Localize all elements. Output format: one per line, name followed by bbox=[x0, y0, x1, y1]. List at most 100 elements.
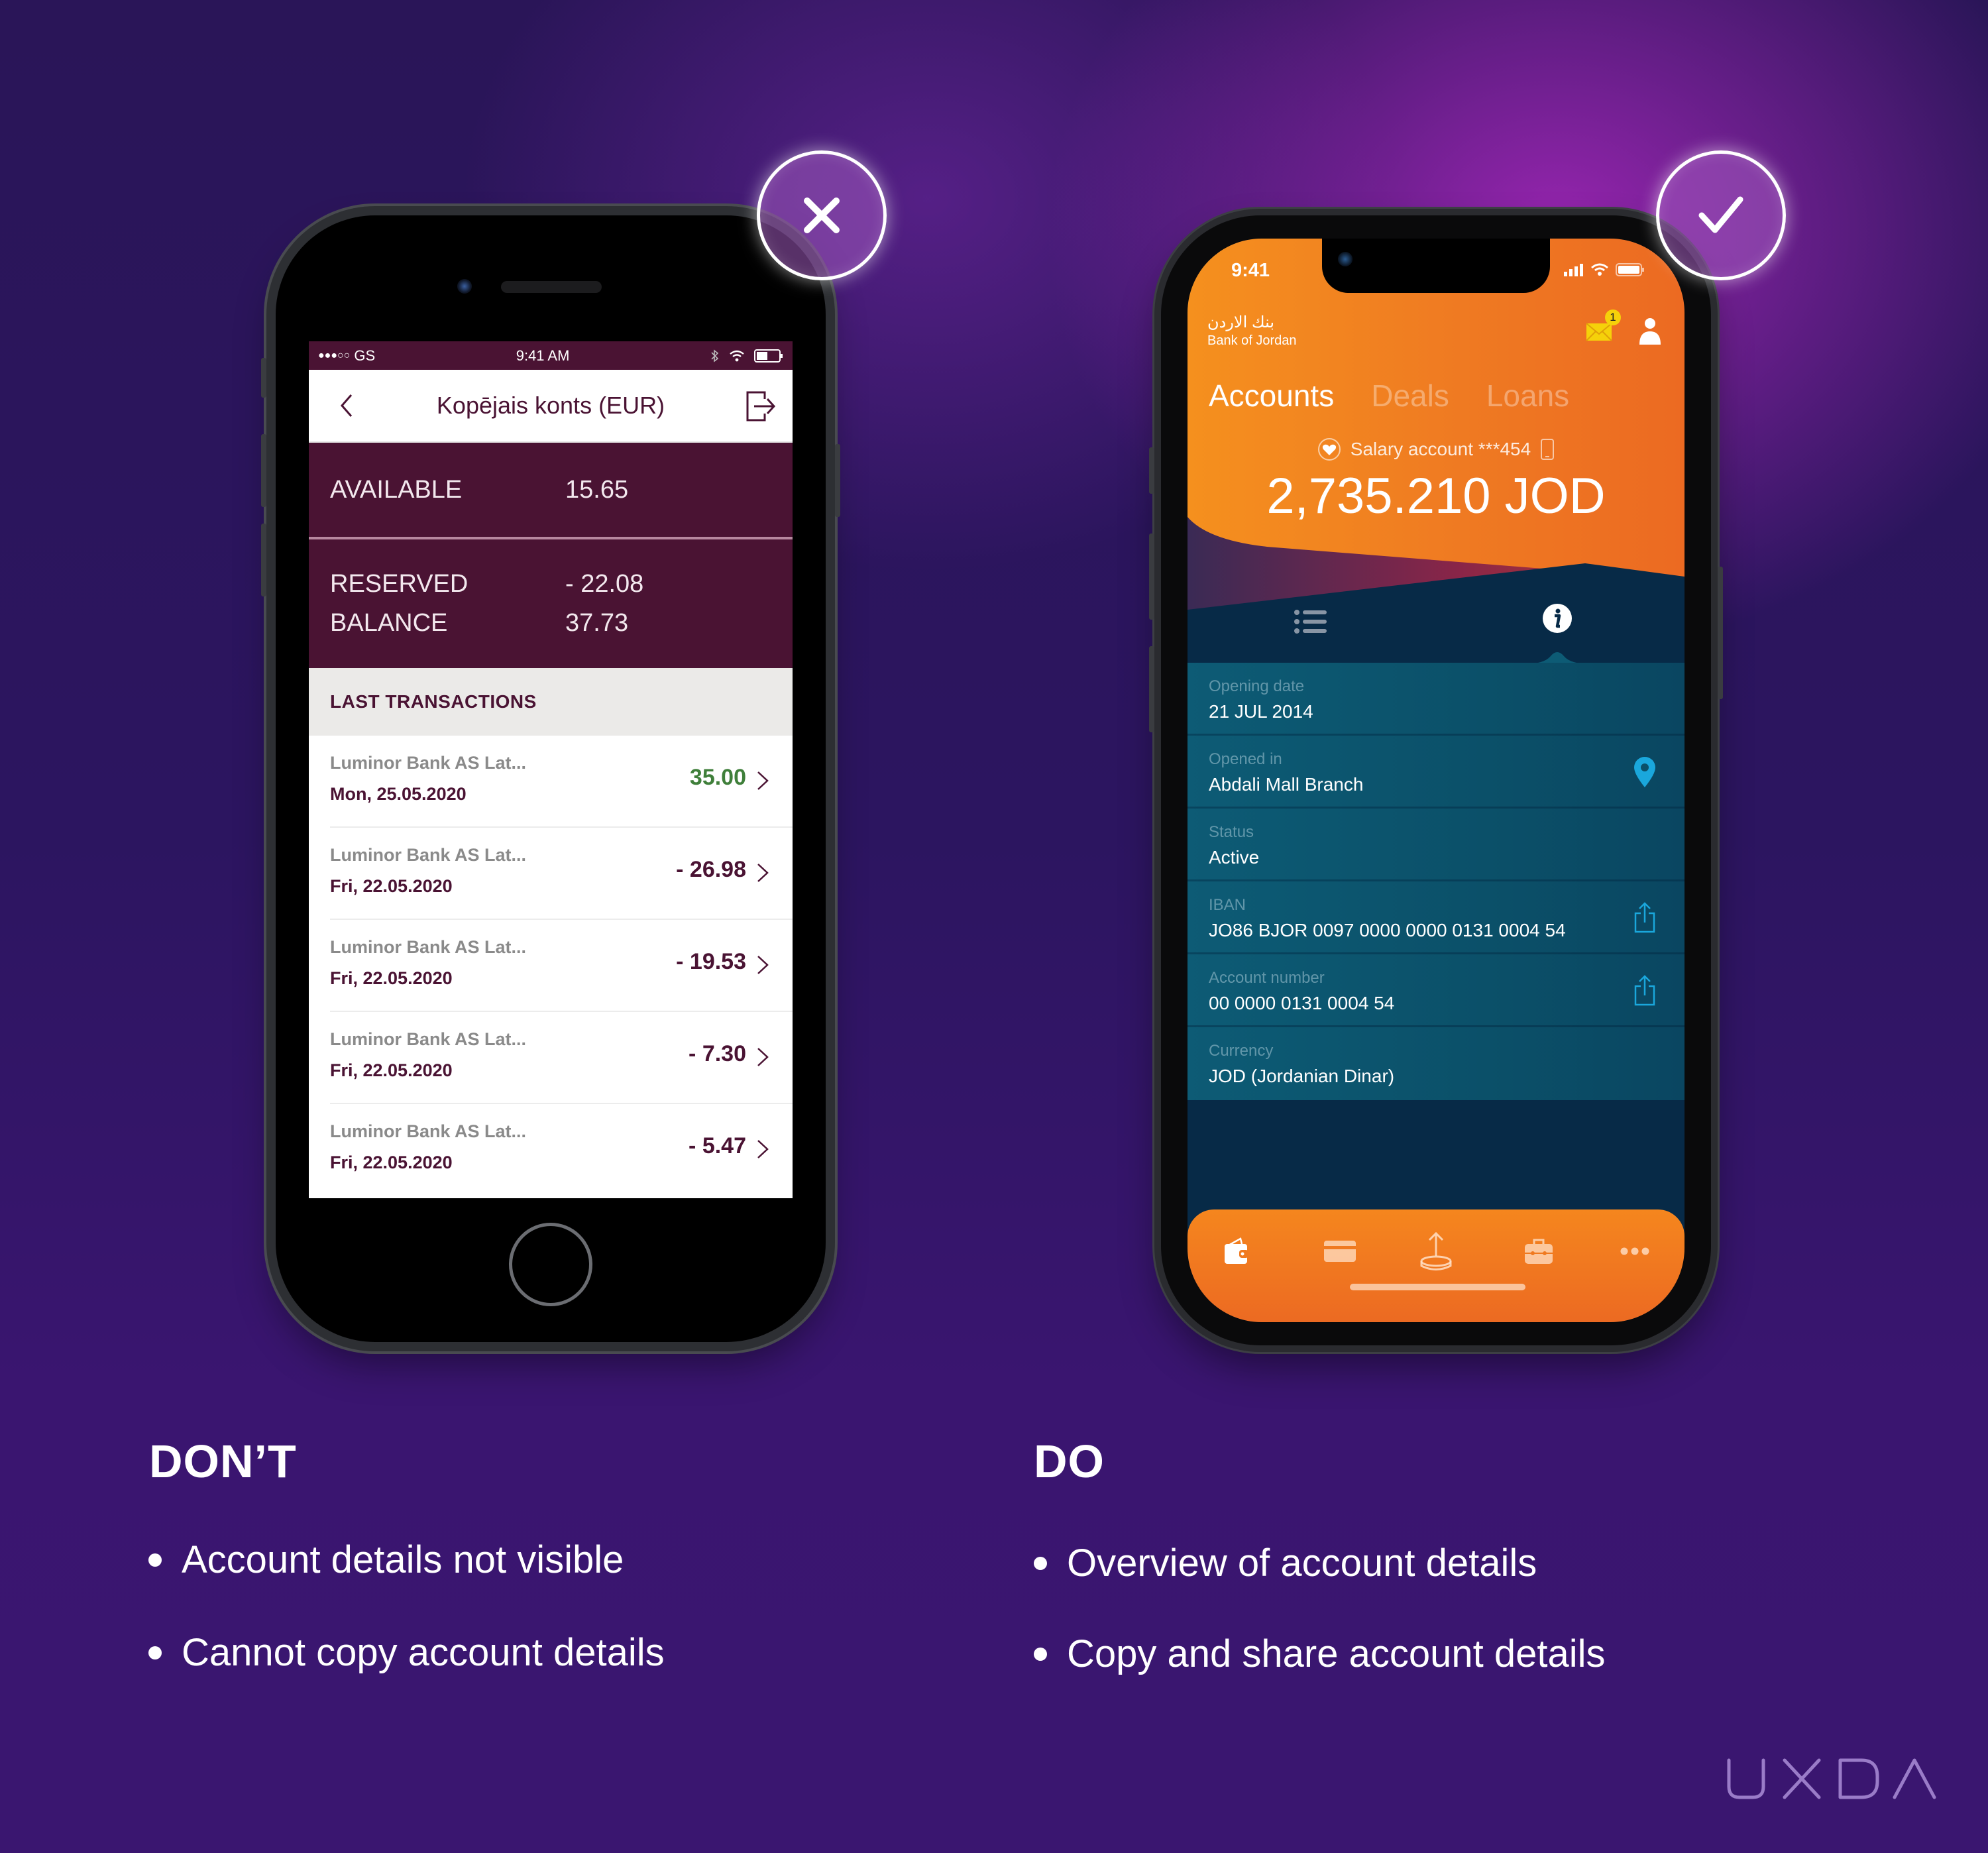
account-detail-row: Currency JOD (Jordanian Dinar) bbox=[1187, 1027, 1684, 1100]
carrier-name: GS bbox=[354, 347, 376, 364]
detail-value[interactable]: Active bbox=[1209, 847, 1259, 868]
home-button[interactable] bbox=[509, 1223, 592, 1306]
balance-value: 37.73 bbox=[565, 609, 629, 637]
bank-logo-arabic: بنك الاردن bbox=[1207, 313, 1275, 331]
x-mark-icon bbox=[804, 197, 840, 233]
bullet-text: Copy and share account details bbox=[1067, 1632, 1606, 1675]
tab-transfers[interactable] bbox=[1416, 1231, 1456, 1270]
transaction-row[interactable]: Luminor Bank AS Lat... Fri, 22.05.2020 - 5… bbox=[330, 1104, 793, 1196]
detail-value[interactable]: JO86 BJOR 0097 0000 0000 0131 0004 54 bbox=[1209, 920, 1566, 941]
power-button bbox=[835, 444, 840, 517]
tab-investments[interactable] bbox=[1519, 1235, 1559, 1268]
logout-icon[interactable] bbox=[745, 390, 777, 423]
detail-value[interactable]: Abdali Mall Branch bbox=[1209, 774, 1363, 795]
chevron-right-icon bbox=[757, 1048, 769, 1066]
mail-count-badge: 1 bbox=[1605, 309, 1621, 325]
transaction-amount: - 5.47 bbox=[689, 1133, 746, 1158]
account-detail-row: Opened in Abdali Mall Branch bbox=[1187, 736, 1684, 809]
transaction-date: Mon, 25.05.2020 bbox=[330, 784, 467, 804]
tab-deals[interactable]: Deals bbox=[1371, 378, 1449, 414]
transaction-date: Fri, 22.05.2020 bbox=[330, 1060, 453, 1080]
chevron-right-icon bbox=[757, 1140, 769, 1158]
share-icon[interactable] bbox=[1631, 974, 1658, 1007]
available-row: AVAILABLE 15.65 bbox=[309, 443, 793, 537]
bullet-dot bbox=[1034, 1556, 1047, 1570]
chevron-left-icon[interactable] bbox=[334, 392, 360, 419]
account-detail-row: Account number 00 0000 0131 0004 54 bbox=[1187, 954, 1684, 1027]
volume-down-button bbox=[1149, 646, 1154, 732]
tab-cards[interactable] bbox=[1320, 1235, 1360, 1268]
phone-screen: ●●●○○ GS 9:41 AM Kopējais konts (EUR) AV… bbox=[309, 341, 793, 1198]
do-badge bbox=[1656, 150, 1786, 280]
reserved-value: - 22.08 bbox=[565, 570, 644, 598]
status-bar: ●●●○○ GS 9:41 AM bbox=[309, 341, 793, 370]
do-bullet: Copy and share account details bbox=[1034, 1632, 1606, 1676]
detail-label: IBAN bbox=[1209, 896, 1246, 914]
transactions-header: LAST TRANSACTIONS bbox=[309, 668, 793, 736]
reserved-balance-rows: RESERVED - 22.08 BALANCE 37.73 bbox=[309, 539, 793, 668]
transaction-date: Fri, 22.05.2020 bbox=[330, 1152, 453, 1172]
carrier-indicator: ●●●○○ GS bbox=[318, 347, 375, 365]
wifi-icon bbox=[730, 350, 744, 361]
uxda-logo: UXDA bbox=[1727, 1758, 1936, 1799]
tab-wallet[interactable] bbox=[1217, 1235, 1257, 1268]
tab-accounts[interactable]: Accounts bbox=[1209, 378, 1334, 414]
account-name: Salary account ***454 bbox=[1350, 439, 1531, 459]
transaction-amount: - 19.53 bbox=[676, 949, 746, 974]
location-pin-icon[interactable] bbox=[1631, 756, 1658, 789]
home-indicator[interactable] bbox=[1350, 1284, 1525, 1290]
account-detail-row: Status Active bbox=[1187, 809, 1684, 881]
list-icon[interactable] bbox=[1294, 608, 1328, 635]
info-icon[interactable] bbox=[1542, 603, 1573, 634]
share-icon[interactable] bbox=[1631, 901, 1658, 934]
do-bullet: Overview of account details bbox=[1034, 1541, 1537, 1585]
detail-label: Opened in bbox=[1209, 750, 1282, 768]
transaction-row[interactable]: Luminor Bank AS Lat... Fri, 22.05.2020 - 2… bbox=[330, 828, 793, 920]
transaction-row[interactable]: Luminor Bank AS Lat... Fri, 22.05.2020 - 1… bbox=[330, 920, 793, 1012]
power-button bbox=[1718, 567, 1723, 699]
dont-heading: DON’T bbox=[149, 1435, 297, 1487]
earpiece-speaker bbox=[501, 281, 602, 293]
detail-value[interactable]: 00 0000 0131 0004 54 bbox=[1209, 993, 1394, 1014]
briefcase-icon bbox=[1525, 1239, 1553, 1264]
active-segment-pointer bbox=[1524, 652, 1590, 664]
signal-dots: ●●●○○ bbox=[318, 349, 351, 361]
detail-label: Opening date bbox=[1209, 677, 1305, 695]
transactions-list: Luminor Bank AS Lat... Mon, 25.05.2020 35.… bbox=[309, 736, 793, 1196]
balance-summary: AVAILABLE 15.65 RESERVED - 22.08 BALANCE 37… bbox=[309, 443, 793, 668]
profile-icon[interactable] bbox=[1638, 317, 1662, 346]
front-camera bbox=[1338, 252, 1353, 266]
transaction-row[interactable]: Luminor Bank AS Lat... Fri, 22.05.2020 - 7… bbox=[330, 1012, 793, 1104]
transaction-merchant: Luminor Bank AS Lat... bbox=[330, 1121, 527, 1141]
phone-dont-example: ●●●○○ GS 9:41 AM Kopējais konts (EUR) AV… bbox=[261, 215, 840, 1342]
detail-value[interactable]: 21 JUL 2014 bbox=[1209, 701, 1313, 722]
bullet-text: Overview of account details bbox=[1067, 1542, 1537, 1585]
bullet-text: Cannot copy account details bbox=[182, 1631, 665, 1674]
detail-label: Account number bbox=[1209, 969, 1325, 987]
volume-up-button bbox=[261, 434, 266, 507]
account-detail-row: Opening date 21 JUL 2014 bbox=[1187, 663, 1684, 736]
account-selector[interactable]: Salary account ***454 bbox=[1187, 437, 1684, 461]
detail-value[interactable]: JOD (Jordanian Dinar) bbox=[1209, 1066, 1394, 1087]
transaction-merchant: Luminor Bank AS Lat... bbox=[330, 845, 527, 865]
product-tabs: Accounts Deals Loans bbox=[1209, 378, 1569, 414]
mute-switch bbox=[1149, 447, 1154, 494]
chevron-right-icon bbox=[757, 956, 769, 974]
more-icon bbox=[1620, 1247, 1649, 1255]
transaction-date: Fri, 22.05.2020 bbox=[330, 968, 453, 988]
tab-more[interactable] bbox=[1615, 1235, 1655, 1268]
front-camera bbox=[457, 279, 472, 294]
dont-badge bbox=[757, 150, 887, 280]
transaction-amount: 35.00 bbox=[689, 765, 746, 790]
battery-icon bbox=[754, 349, 783, 363]
wallet-icon bbox=[1225, 1237, 1248, 1264]
available-value: 15.65 bbox=[565, 475, 629, 504]
volume-up-button bbox=[1149, 533, 1154, 620]
transaction-amount: - 26.98 bbox=[676, 857, 746, 882]
bullet-dot bbox=[1034, 1647, 1047, 1661]
wifi-icon bbox=[1591, 263, 1608, 276]
tab-loans[interactable]: Loans bbox=[1486, 378, 1569, 414]
transaction-row[interactable]: Luminor Bank AS Lat... Mon, 25.05.2020 35.… bbox=[330, 736, 793, 828]
balance-label: BALANCE bbox=[330, 609, 448, 637]
chevron-right-icon bbox=[757, 771, 769, 790]
